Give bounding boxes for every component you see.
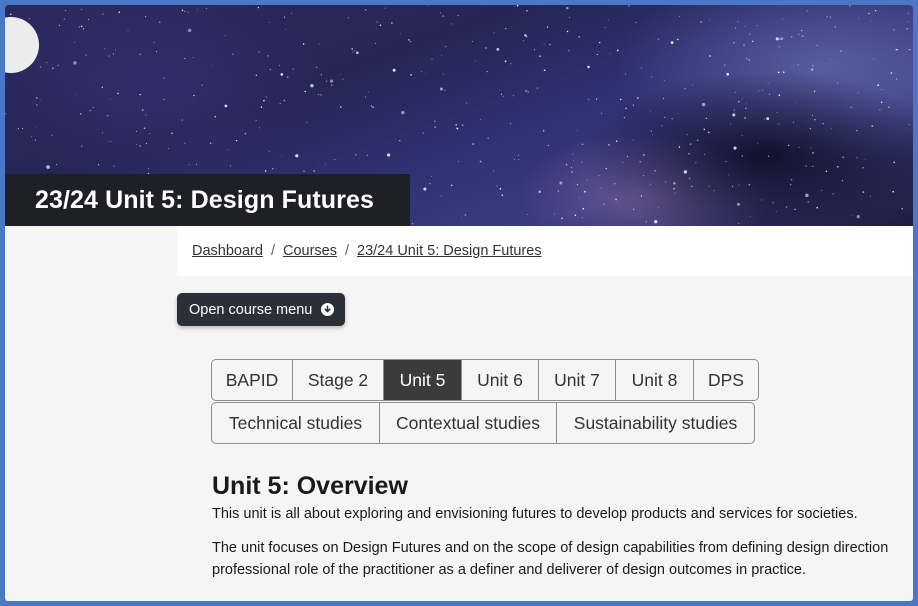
tab-bapid[interactable]: BAPID bbox=[212, 360, 293, 400]
section-heading: Unit 5: Overview bbox=[212, 472, 408, 500]
open-course-menu-button[interactable]: Open course menu bbox=[177, 293, 345, 326]
tab-unit-8[interactable]: Unit 8 bbox=[616, 360, 694, 400]
open-course-menu-label: Open course menu bbox=[189, 301, 313, 318]
tab-unit-5[interactable]: Unit 5 bbox=[384, 360, 462, 400]
focus-paragraph-line-2: professional role of the practitioner as… bbox=[212, 562, 807, 578]
tab-dps[interactable]: DPS bbox=[694, 360, 758, 400]
breadcrumb-course-link[interactable]: 23/24 Unit 5: Design Futures bbox=[357, 243, 542, 259]
focus-paragraph-line-1: The unit focuses on Design Futures and o… bbox=[212, 540, 889, 556]
tab-technical-studies[interactable]: Technical studies bbox=[212, 403, 380, 443]
course-title: 23/24 Unit 5: Design Futures bbox=[35, 185, 374, 214]
studies-tabs-row: Technical studies Contextual studies Sus… bbox=[211, 402, 755, 444]
breadcrumb-separator: / bbox=[344, 243, 349, 259]
breadcrumb-dashboard-link[interactable]: Dashboard bbox=[192, 243, 263, 259]
unit-tabs-row: BAPID Stage 2 Unit 5 Unit 6 Unit 7 Unit … bbox=[211, 359, 759, 401]
page-frame: 23/24 Unit 5: Design Futures Dashboard /… bbox=[5, 5, 913, 601]
section-content: Unit 5: Overview This unit is all about … bbox=[212, 471, 913, 581]
breadcrumb-courses-link[interactable]: Courses bbox=[283, 243, 337, 259]
chevron-down-circle-icon bbox=[321, 303, 335, 316]
tab-stage-2[interactable]: Stage 2 bbox=[293, 360, 384, 400]
tab-unit-6[interactable]: Unit 6 bbox=[462, 360, 539, 400]
tab-sustainability-studies[interactable]: Sustainability studies bbox=[557, 403, 754, 443]
course-banner: 23/24 Unit 5: Design Futures bbox=[5, 5, 913, 226]
tab-unit-7[interactable]: Unit 7 bbox=[539, 360, 616, 400]
breadcrumb: Dashboard / Courses / 23/24 Unit 5: Desi… bbox=[177, 226, 913, 276]
tab-contextual-studies[interactable]: Contextual studies bbox=[380, 403, 557, 443]
intro-paragraph: This unit is all about exploring and env… bbox=[212, 506, 858, 522]
course-title-band: 23/24 Unit 5: Design Futures bbox=[5, 174, 410, 226]
breadcrumb-separator: / bbox=[270, 243, 275, 259]
